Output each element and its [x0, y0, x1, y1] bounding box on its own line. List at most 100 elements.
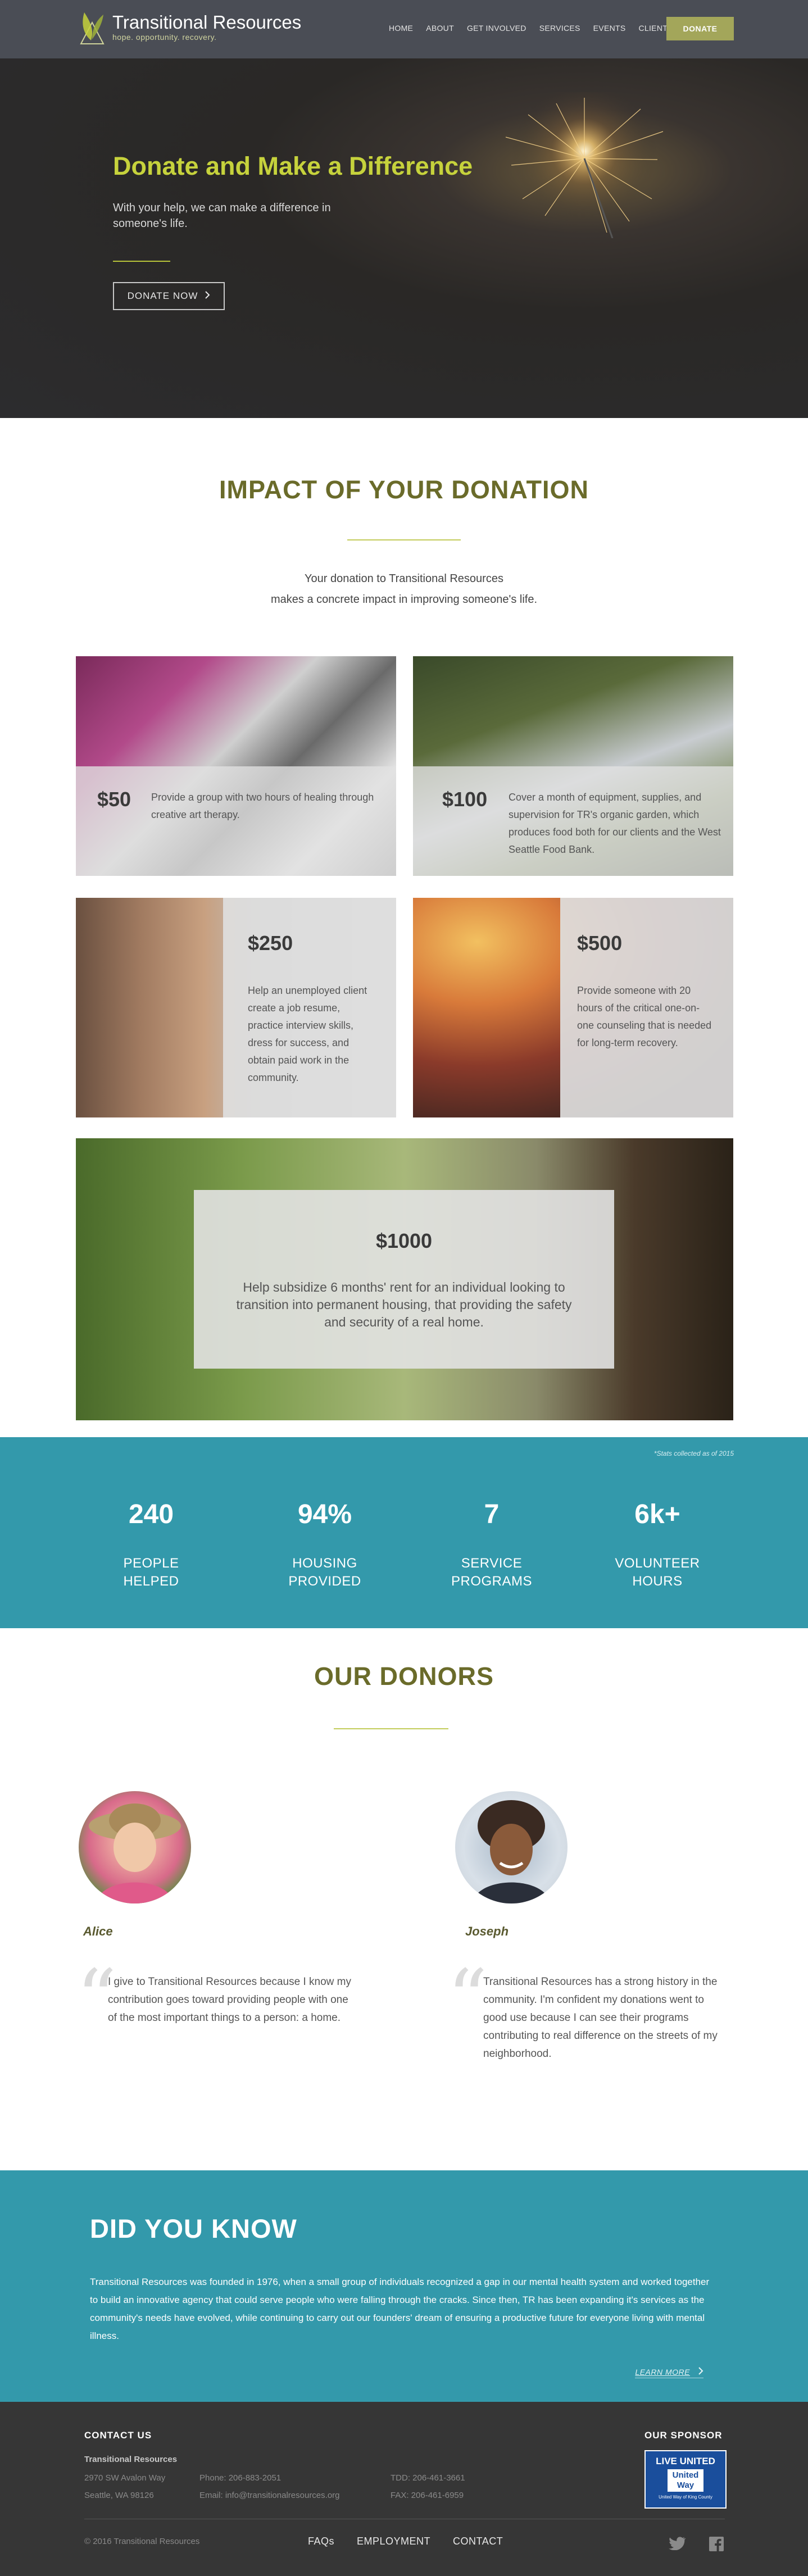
logo-tagline: hope. opportunity. recovery.	[112, 33, 217, 42]
footer-phone-email: Phone: 206-883-2051 Email: info@transiti…	[199, 2469, 340, 2504]
nav-about[interactable]: ABOUT	[426, 24, 454, 33]
did-you-know-section: DID YOU KNOW Transitional Resources was …	[0, 2170, 808, 2402]
logo-name: Transitional Resources	[112, 12, 302, 33]
footer-tdd-fax: TDD: 206-461-3661 FAX: 206-461-6959	[391, 2469, 465, 2504]
tile-text: Provide a group with two hours of healin…	[151, 792, 374, 820]
facebook-icon[interactable]	[709, 2537, 724, 2554]
nav-events[interactable]: EVENTS	[593, 24, 626, 33]
stat-number: 7	[484, 1500, 500, 1529]
site-footer: CONTACT US Transitional Resources 2970 S…	[0, 2402, 808, 2576]
stat-label: PEOPLE HELPED	[81, 1555, 221, 1591]
tile-amount: $500	[577, 932, 623, 955]
donation-tile-50[interactable]: $50 Provide a group with two hours of he…	[76, 656, 396, 876]
hero-divider	[113, 261, 170, 262]
donation-tile-500[interactable]: $500 Provide someone with 20 hours of th…	[413, 898, 733, 1117]
stat-people-helped: 240 PEOPLE HELPED	[81, 1499, 221, 1591]
tile-amount: $250	[248, 932, 293, 955]
quote-icon: “	[447, 1953, 488, 2045]
chevron-right-icon	[698, 2367, 703, 2377]
sponsor-line4: United Way of King County	[659, 2495, 712, 2500]
stat-label-line1: HOUSING	[292, 1556, 357, 1571]
stat-label-line2: PROGRAMS	[451, 1574, 532, 1589]
site-header: Transitional Resources hope. opportunity…	[0, 0, 808, 58]
tile-amount: $100	[442, 788, 488, 811]
donor-name: Alice	[83, 1924, 113, 1938]
donate-now-label: DONATE NOW	[127, 290, 198, 301]
sponsor-line2: United	[672, 2470, 699, 2480]
header-donate-button[interactable]: DONATE	[666, 17, 734, 40]
logo[interactable]: Transitional Resources hope. opportunity…	[78, 7, 301, 47]
nav-get-involved[interactable]: GET INVOLVED	[467, 24, 526, 33]
footer-links: FAQs EMPLOYMENT CONTACT	[308, 2536, 503, 2547]
sponsor-line1: LIVE UNITED	[656, 2456, 715, 2466]
impact-intro-line2: makes a concrete impact in improving som…	[270, 593, 538, 606]
stat-label-line1: VOLUNTEER	[615, 1556, 700, 1571]
nav-services[interactable]: SERVICES	[539, 24, 580, 33]
impact-intro-line1: Your donation to Transitional Resources	[305, 573, 503, 585]
stat-label: HOUSING PROVIDED	[255, 1555, 395, 1591]
donor-quote: I give to Transitional Resources because…	[108, 1976, 351, 2024]
donor-avatar-joseph	[455, 1791, 568, 1903]
stat-housing-provided: 94% HOUSING PROVIDED	[255, 1499, 395, 1591]
stat-label-line1: SERVICE	[461, 1556, 523, 1571]
stat-label-line2: HOURS	[632, 1574, 683, 1589]
footer-phone: Phone: 206-883-2051	[199, 2473, 282, 2483]
donors-title: OUR DONORS	[314, 1662, 494, 1691]
sponsor-heading: OUR SPONSOR	[644, 2430, 723, 2441]
donor-avatar-alice	[79, 1791, 191, 1903]
learn-more-link[interactable]: LEARN MORE	[635, 2367, 703, 2378]
tile-text: Help an unemployed client create a job r…	[248, 985, 367, 1083]
stat-label-line2: PROVIDED	[288, 1574, 361, 1589]
address-line2: Seattle, WA 98126	[84, 2491, 154, 2500]
stats-band: *Stats collected as of 2015 240 PEOPLE H…	[0, 1437, 808, 1628]
leaf-logo-icon	[78, 7, 107, 47]
footer-email[interactable]: Email: info@transitionalresources.org	[199, 2487, 340, 2504]
impact-title: IMPACT OF YOUR DONATION	[219, 475, 589, 504]
footer-org-name: Transitional Resources	[84, 2455, 178, 2464]
sparkler-image	[505, 92, 664, 238]
sponsor-line3: Way	[677, 2480, 694, 2490]
donate-now-button[interactable]: DONATE NOW	[113, 282, 225, 310]
stat-label-line1: PEOPLE	[123, 1556, 179, 1571]
donor-name: Joseph	[465, 1924, 509, 1938]
footer-link-faqs[interactable]: FAQs	[308, 2536, 334, 2547]
stat-service-programs: 7 SERVICE PROGRAMS	[421, 1499, 562, 1591]
address-line1: 2970 SW Avalon Way	[84, 2473, 166, 2483]
copyright: © 2016 Transitional Resources	[84, 2537, 200, 2546]
stat-label: SERVICE PROGRAMS	[421, 1555, 562, 1591]
did-you-know-title: DID YOU KNOW	[90, 2214, 297, 2243]
footer-link-contact[interactable]: CONTACT	[453, 2536, 503, 2547]
stat-number: 94%	[297, 1500, 352, 1529]
contact-heading: CONTACT US	[84, 2430, 152, 2441]
impact-intro: Your donation to Transitional Resources …	[0, 569, 808, 610]
main-nav: HOME ABOUT GET INVOLVED SERVICES EVENTS …	[389, 24, 686, 33]
tile-text: Cover a month of equipment, supplies, an…	[509, 792, 721, 855]
nav-home[interactable]: HOME	[389, 24, 413, 33]
donation-tile-1000[interactable]: $1000 Help subsidize 6 months' rent for …	[76, 1138, 733, 1420]
footer-fax: FAX: 206-461-6959	[391, 2491, 464, 2500]
tile-amount: $1000	[375, 1229, 433, 1252]
donation-tile-250[interactable]: $250 Help an unemployed client create a …	[76, 898, 396, 1117]
hero-banner: Donate and Make a Difference With your h…	[0, 58, 808, 418]
did-you-know-text: Transitional Resources was founded in 19…	[90, 2277, 710, 2341]
chevron-right-icon	[205, 290, 210, 302]
donor-quote: Transitional Resources has a strong hist…	[483, 1976, 718, 2060]
stat-number: 6k+	[634, 1500, 680, 1529]
footer-address: 2970 SW Avalon Way Seattle, WA 98126	[84, 2469, 165, 2504]
stat-number: 240	[128, 1500, 174, 1529]
tile-text: Provide someone with 20 hours of the cri…	[577, 985, 712, 1048]
tile-amount: $50	[97, 788, 131, 811]
donation-tile-100[interactable]: $100 Cover a month of equipment, supplie…	[413, 656, 733, 876]
footer-link-employment[interactable]: EMPLOYMENT	[357, 2536, 430, 2547]
stat-label: VOLUNTEER HOURS	[587, 1555, 728, 1591]
stats-note: *Stats collected as of 2015	[653, 1450, 734, 1457]
united-way-mark: United Way	[668, 2469, 703, 2492]
donors-divider	[334, 1728, 448, 1729]
hero-title: Donate and Make a Difference	[113, 152, 473, 180]
tile-text: Help subsidize 6 months' rent for an ind…	[236, 1280, 572, 1329]
twitter-icon[interactable]	[669, 2537, 686, 2553]
footer-tdd: TDD: 206-461-3661	[391, 2473, 465, 2483]
united-way-logo[interactable]: LIVE UNITED United Way United Way of Kin…	[644, 2450, 727, 2509]
hero-subtitle: With your help, we can make a difference…	[113, 202, 331, 230]
stat-volunteer-hours: 6k+ VOLUNTEER HOURS	[587, 1499, 728, 1591]
